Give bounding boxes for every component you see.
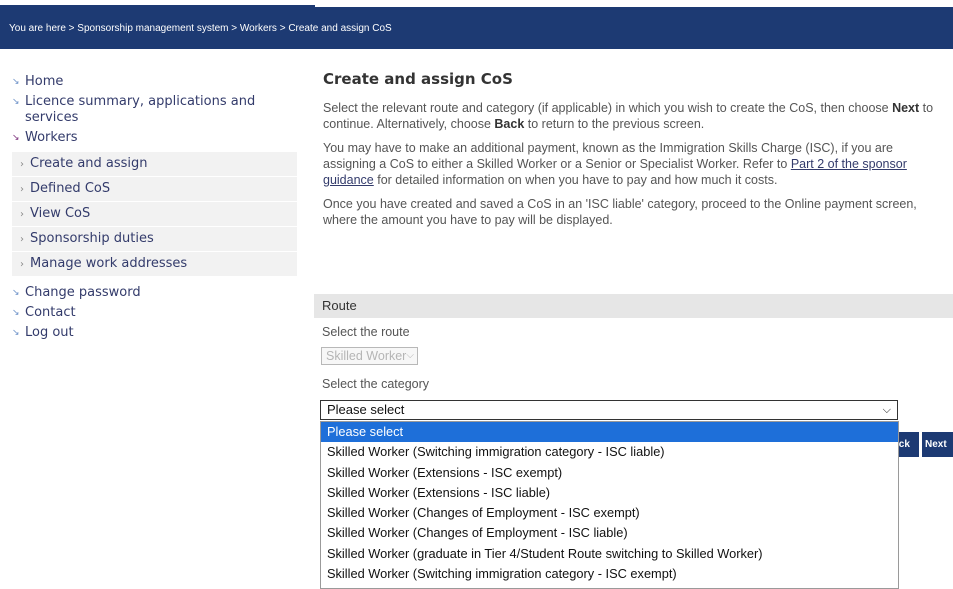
back-button[interactable]: Back (899, 432, 919, 457)
arrow-icon: ↘ (12, 328, 20, 338)
category-dropdown-list[interactable]: Please select Skilled Worker (Switching … (320, 421, 899, 589)
next-button-label: Next (925, 439, 947, 450)
isc-paragraph: You may have to make an additional payme… (323, 140, 947, 188)
back-button-label: Back (899, 439, 910, 450)
dropdown-option[interactable]: Skilled Worker (Changes of Employment - … (321, 523, 898, 543)
dropdown-option[interactable]: Skilled Worker (Extensions - ISC liable) (321, 483, 898, 503)
back-keyword: Back (494, 117, 525, 131)
dropdown-option[interactable]: Please select (321, 422, 898, 443)
subnav-item-create-and-assign[interactable]: › Create and assign (12, 152, 297, 177)
page-title: Create and assign CoS (323, 70, 513, 88)
subnav-item-view-cos[interactable]: › View CoS (12, 202, 297, 227)
sidebar-item-label[interactable]: Contact (25, 305, 76, 321)
arrow-icon: ↘ (12, 308, 20, 318)
category-select-value: Please select (327, 402, 405, 417)
sidebar-item-change-password[interactable]: ↘ Change password (12, 285, 297, 301)
intro-paragraph: Select the relevant route and category (… (323, 100, 947, 132)
subnav-item-label[interactable]: Create and assign (30, 156, 148, 171)
main-content: Create and assign CoS Select the relevan… (321, 70, 953, 236)
subnav-item-label[interactable]: Manage work addresses (30, 256, 187, 271)
dropdown-option[interactable]: Skilled Worker (Extensions - ISC exempt) (321, 463, 898, 483)
subnav-item-defined-cos[interactable]: › Defined CoS (12, 177, 297, 202)
sidebar-item-label[interactable]: Change password (25, 285, 141, 301)
sidebar-item-label[interactable]: Log out (25, 325, 74, 341)
sidebar-item-licence-summary[interactable]: ↘ Licence summary, applications and serv… (12, 94, 297, 126)
category-select[interactable]: Please select ⌵ (320, 400, 898, 420)
subnav-item-label[interactable]: Sponsorship duties (30, 231, 154, 246)
sidebar-item-label[interactable]: Home (25, 74, 63, 90)
subnav-item-label[interactable]: View CoS (30, 206, 90, 221)
route-section-title: Route (322, 298, 357, 313)
arrow-icon: ↘ (12, 77, 20, 87)
sidebar-item-log-out[interactable]: ↘ Log out (12, 325, 297, 341)
intro-text: to return to the previous screen. (524, 117, 705, 131)
top-accent (0, 0, 953, 8)
dropdown-option[interactable]: Skilled Worker (graduate in Tier 4/Stude… (321, 544, 898, 564)
breadcrumb-text: You are here > Sponsorship management sy… (9, 23, 392, 34)
route-select[interactable]: Skilled Worker ⌵ (321, 347, 418, 365)
next-keyword: Next (892, 101, 920, 115)
dropdown-option[interactable]: Skilled Worker (Switching immigration ca… (321, 564, 898, 584)
sidebar: ↘ Home ↘ Licence summary, applications a… (12, 74, 297, 345)
isc-text: for detailed information on when you hav… (373, 173, 778, 187)
chevron-right-icon: › (20, 209, 24, 220)
chevron-right-icon: › (20, 259, 24, 270)
intro-text: Select the relevant route and category (… (323, 101, 893, 115)
chevron-down-icon: ⌵ (882, 404, 891, 416)
arrow-icon: ↘ (12, 288, 20, 298)
breadcrumb: You are here > Sponsorship management sy… (0, 8, 953, 49)
sidebar-item-contact[interactable]: ↘ Contact (12, 305, 297, 321)
chevron-right-icon: › (20, 159, 24, 170)
dropdown-option[interactable]: Skilled Worker (Switching immigration ca… (321, 442, 898, 462)
subnav-item-label[interactable]: Defined CoS (30, 181, 110, 196)
subnav-item-sponsorship-duties[interactable]: › Sponsorship duties (12, 227, 297, 252)
arrow-icon: ↘ (12, 97, 20, 107)
route-section-header (314, 294, 953, 318)
subnav-item-manage-work-addresses[interactable]: › Manage work addresses (12, 252, 297, 277)
arrow-icon: ↘ (12, 133, 20, 143)
workers-subnav: › Create and assign › Defined CoS › View Co… (12, 152, 297, 277)
sidebar-item-workers[interactable]: ↘ Workers (12, 130, 297, 146)
route-select-value: Skilled Worker (326, 349, 407, 363)
chevron-right-icon: › (20, 234, 24, 245)
sidebar-item-label[interactable]: Licence summary, applications and servic… (25, 94, 275, 126)
chevron-right-icon: › (20, 184, 24, 195)
sidebar-item-home[interactable]: ↘ Home (12, 74, 297, 90)
next-button[interactable]: Next (922, 432, 953, 457)
route-label: Select the route (322, 325, 410, 339)
payment-paragraph: Once you have created and saved a CoS in… (323, 197, 917, 227)
category-label: Select the category (322, 377, 430, 391)
sidebar-item-label[interactable]: Workers (25, 130, 78, 146)
chevron-down-icon: ⌵ (406, 350, 414, 361)
dropdown-option[interactable]: Skilled Worker (Changes of Employment - … (321, 503, 898, 523)
